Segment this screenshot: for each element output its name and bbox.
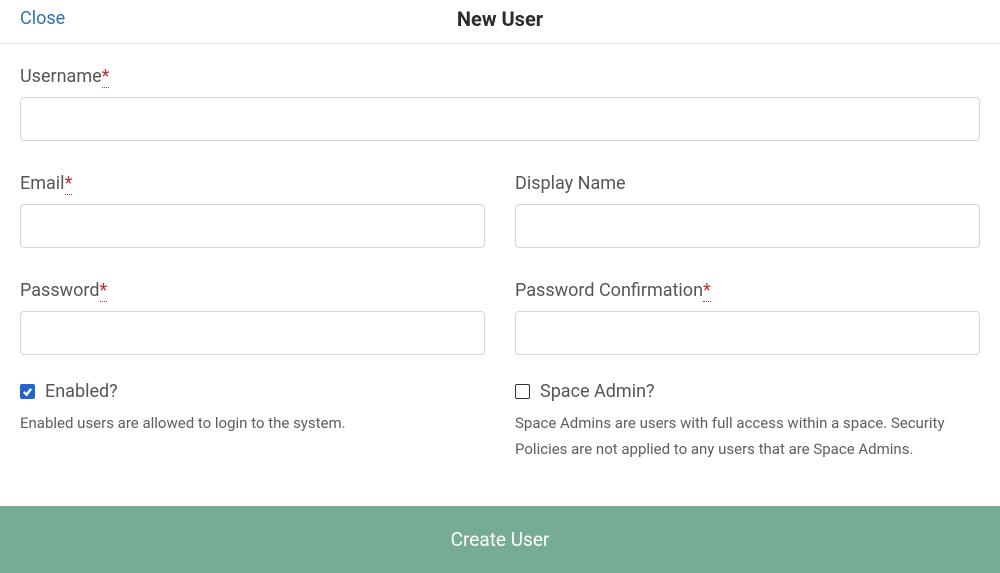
password-label: Password* [20, 280, 485, 301]
display-name-label-text: Display Name [515, 173, 626, 194]
required-star: * [65, 173, 73, 195]
enabled-help-text: Enabled users are allowed to login to th… [20, 410, 485, 436]
create-user-button[interactable]: Create User [0, 506, 1000, 573]
enabled-checkbox[interactable] [20, 384, 35, 399]
enabled-label: Enabled? [45, 381, 118, 402]
dialog-header: Close New User [0, 0, 1000, 44]
display-name-field-group: Display Name [515, 173, 980, 248]
enabled-field-group: Enabled? Enabled users are allowed to lo… [20, 381, 485, 463]
close-button[interactable]: Close [20, 8, 65, 29]
check-icon [22, 386, 33, 397]
display-name-label: Display Name [515, 173, 980, 194]
username-label-text: Username [20, 66, 102, 87]
username-field-group: Username* [20, 66, 980, 141]
email-field-group: Email* [20, 173, 485, 248]
required-star: * [102, 66, 110, 88]
email-input[interactable] [20, 204, 485, 248]
password-confirmation-field-group: Password Confirmation* [515, 280, 980, 355]
space-admin-label: Space Admin? [540, 381, 655, 402]
password-input[interactable] [20, 311, 485, 355]
space-admin-help-text: Space Admins are users with full access … [515, 410, 980, 463]
email-label-text: Email [20, 173, 65, 194]
dialog-title: New User [457, 7, 543, 31]
space-admin-field-group: Space Admin? Space Admins are users with… [515, 381, 980, 463]
password-confirmation-label-text: Password Confirmation [515, 280, 703, 301]
required-star: * [703, 280, 711, 302]
username-label: Username* [20, 66, 980, 87]
space-admin-checkbox[interactable] [515, 384, 530, 399]
create-user-label: Create User [451, 528, 550, 551]
username-input[interactable] [20, 97, 980, 141]
email-label: Email* [20, 173, 485, 194]
display-name-input[interactable] [515, 204, 980, 248]
password-confirmation-label: Password Confirmation* [515, 280, 980, 301]
required-star: * [100, 280, 108, 302]
password-confirmation-input[interactable] [515, 311, 980, 355]
password-field-group: Password* [20, 280, 485, 355]
new-user-form: Username* Email* Display Name Password* [0, 44, 1000, 463]
password-label-text: Password [20, 280, 100, 301]
